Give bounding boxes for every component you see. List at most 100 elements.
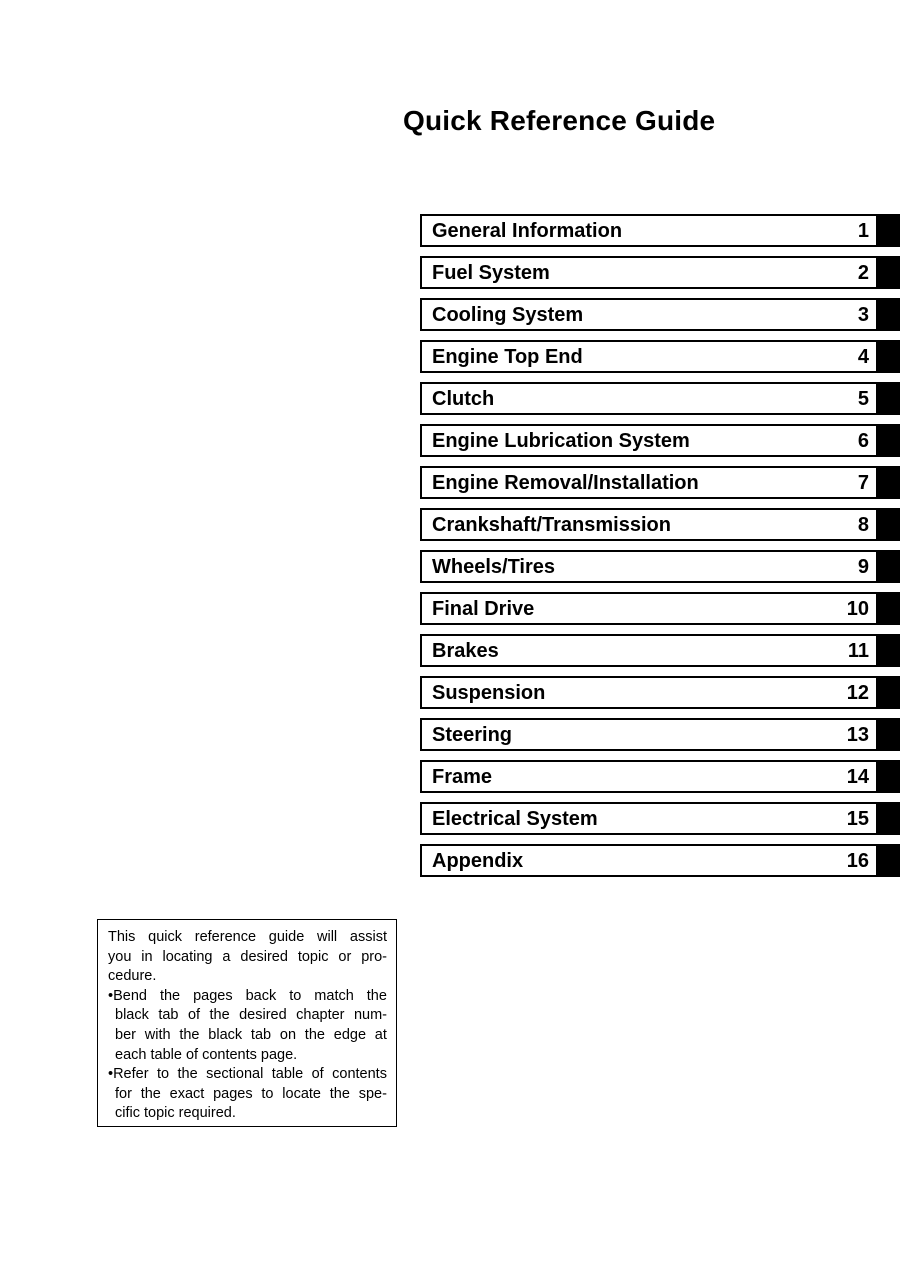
- chapter-row[interactable]: Fuel System 2: [420, 256, 900, 289]
- note-bullet-line: • Bend the pages back to match the: [108, 987, 387, 1007]
- chapter-entry[interactable]: Steering 13: [420, 718, 878, 751]
- note-word: the: [304, 1026, 325, 1043]
- chapter-entry[interactable]: Frame 14: [420, 760, 878, 793]
- chapter-number: 12: [846, 681, 869, 704]
- chapter-row[interactable]: Frame 14: [420, 760, 900, 793]
- note-word: topic: [297, 948, 329, 965]
- chapter-number: 14: [846, 765, 869, 788]
- note-line: This quick reference guide will assist: [108, 928, 387, 948]
- note-word: contents: [332, 1066, 387, 1083]
- quick-reference-note-box: This quick reference guide will assist you in lo…: [97, 919, 397, 1127]
- chapter-entry[interactable]: Crankshaft/Transmission 8: [420, 508, 878, 541]
- note-word: assist: [349, 929, 387, 945]
- note-line: ber with the black tab on the edge at: [108, 1026, 387, 1046]
- note-word: reference: [194, 929, 257, 945]
- note-word: on: [279, 1026, 297, 1043]
- chapter-row[interactable]: Engine Lubrication System 6: [420, 424, 900, 457]
- chapter-entry[interactable]: Engine Removal/Installation 7: [420, 466, 878, 499]
- chapter-row[interactable]: Suspension 12: [420, 676, 900, 709]
- note-word: pro-: [361, 948, 387, 965]
- note-word: ber: [115, 1026, 136, 1043]
- note-word: the: [179, 1026, 200, 1043]
- chapter-black-tab: [878, 424, 900, 457]
- note-word: back: [245, 987, 277, 1004]
- chapter-row[interactable]: Engine Top End 4: [420, 340, 900, 373]
- chapter-row[interactable]: Engine Removal/Installation 7: [420, 466, 900, 499]
- note-line: cedure.: [108, 968, 157, 985]
- chapter-number: 11: [847, 639, 869, 662]
- note-line: you in locating a desired topic or pro-: [108, 948, 387, 968]
- chapter-entry[interactable]: Clutch 5: [420, 382, 878, 415]
- chapter-title: Suspension: [432, 681, 546, 704]
- chapter-row[interactable]: Clutch 5: [420, 382, 900, 415]
- note-word: Bend: [113, 987, 147, 1004]
- chapter-black-tab: [878, 634, 900, 667]
- note-word: locating: [162, 948, 213, 965]
- chapter-number: 9: [857, 555, 869, 578]
- note-word: the: [140, 1085, 161, 1102]
- note-word: black: [115, 1007, 149, 1024]
- chapter-entry[interactable]: Electrical System 15: [420, 802, 878, 835]
- chapter-black-tab: [878, 466, 900, 499]
- chapter-entry[interactable]: Appendix 16: [420, 844, 878, 877]
- note-word: locate: [282, 1085, 321, 1102]
- note-word: the: [159, 987, 181, 1004]
- note-word: of: [187, 1007, 201, 1024]
- note-bullet-line: • Refer to the sectional table of contents: [108, 1065, 387, 1085]
- note-word: Refer: [113, 1066, 149, 1083]
- page-title: Quick Reference Guide: [403, 105, 716, 136]
- chapter-entry[interactable]: Cooling System 3: [420, 298, 878, 331]
- chapter-entry[interactable]: Engine Lubrication System 6: [420, 424, 878, 457]
- chapter-title: Fuel System: [432, 261, 550, 284]
- note-word: will: [317, 929, 338, 945]
- chapter-entry[interactable]: Wheels/Tires 9: [420, 550, 878, 583]
- chapter-entry[interactable]: Brakes 11: [420, 634, 878, 667]
- chapter-black-tab: [878, 592, 900, 625]
- chapter-black-tab: [878, 382, 900, 415]
- note-word: sectional: [206, 1066, 264, 1083]
- chapter-row[interactable]: Electrical System 15: [420, 802, 900, 835]
- note-line: each table of contents page.: [115, 1046, 298, 1063]
- chapter-black-tab: [878, 844, 900, 877]
- chapter-entry[interactable]: General Information 1: [420, 214, 878, 247]
- note-line: cific topic required.: [115, 1105, 236, 1122]
- chapter-row[interactable]: Appendix 16: [420, 844, 900, 877]
- chapter-black-tab: [878, 550, 900, 583]
- chapter-row[interactable]: General Information 1: [420, 214, 900, 247]
- note-word: table: [271, 1066, 304, 1083]
- note-word: This: [108, 929, 136, 945]
- note-word: spe-: [358, 1085, 387, 1102]
- note-word: quick: [148, 929, 183, 945]
- chapter-black-tab: [878, 718, 900, 751]
- note-word: with: [144, 1026, 171, 1043]
- note-word: the: [209, 1007, 230, 1024]
- note-word: for: [115, 1085, 132, 1102]
- note-word: in: [141, 948, 153, 965]
- chapter-row[interactable]: Steering 13: [420, 718, 900, 751]
- chapter-row[interactable]: Brakes 11: [420, 634, 900, 667]
- chapter-title: Wheels/Tires: [432, 555, 556, 578]
- chapter-row[interactable]: Final Drive 10: [420, 592, 900, 625]
- note-word: the: [366, 987, 387, 1004]
- note-word: a: [222, 948, 231, 965]
- chapter-row[interactable]: Crankshaft/Transmission 8: [420, 508, 900, 541]
- note-word: guide: [268, 929, 305, 945]
- chapter-entry[interactable]: Final Drive 10: [420, 592, 878, 625]
- chapter-title: Clutch: [432, 387, 495, 410]
- chapter-row[interactable]: Cooling System 3: [420, 298, 900, 331]
- chapter-black-tab: [878, 508, 900, 541]
- chapter-title: Engine Top End: [432, 345, 583, 368]
- chapter-black-tab: [878, 298, 900, 331]
- chapter-number: 7: [857, 471, 869, 494]
- chapter-title: Engine Removal/Installation: [432, 471, 699, 494]
- chapter-black-tab: [878, 802, 900, 835]
- chapter-entry[interactable]: Fuel System 2: [420, 256, 878, 289]
- chapter-entry[interactable]: Suspension 12: [420, 676, 878, 709]
- note-word: match: [314, 987, 354, 1004]
- chapter-entry[interactable]: Engine Top End 4: [420, 340, 878, 373]
- chapter-index-list: General Information 1 Fuel System 2 Cooling …: [420, 214, 900, 886]
- note-word: tab: [250, 1026, 272, 1043]
- note-line: for the exact pages to locate the spe-: [108, 1085, 387, 1105]
- chapter-row[interactable]: Wheels/Tires 9: [420, 550, 900, 583]
- chapter-number: 16: [846, 849, 869, 872]
